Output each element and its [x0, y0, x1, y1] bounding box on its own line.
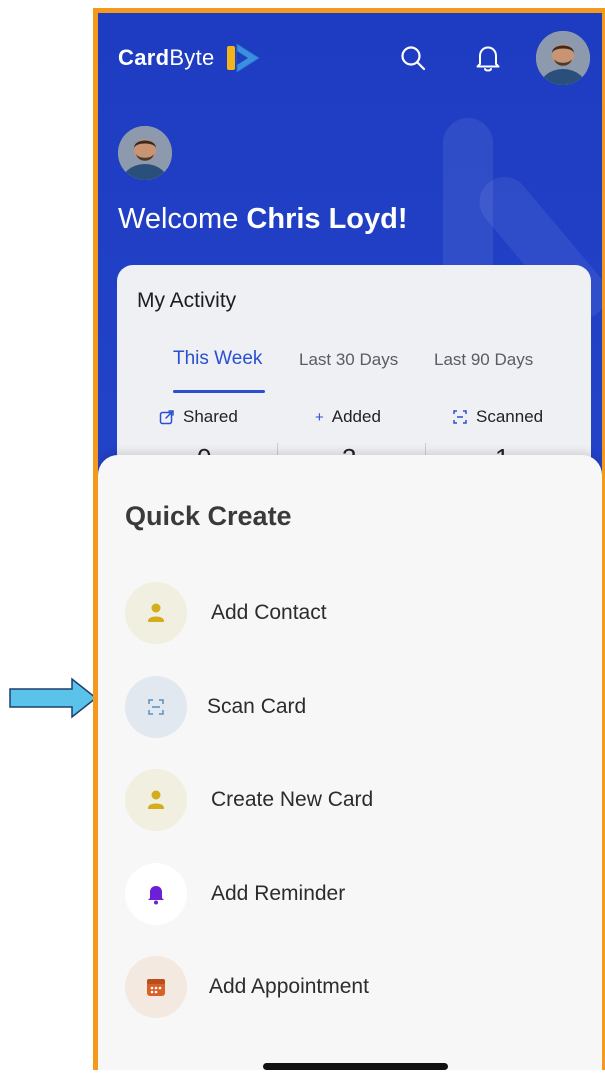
tab-this-week[interactable]: This Week: [173, 348, 262, 370]
quick-create-add-appointment[interactable]: Add Appointment: [125, 955, 369, 1019]
welcome-message: Welcome Chris Loyd!: [118, 203, 408, 236]
bell-icon[interactable]: [473, 43, 503, 73]
tab-last-90-days[interactable]: Last 90 Days: [434, 350, 533, 370]
user-name: Chris Loyd!: [246, 203, 408, 235]
item-label: Add Contact: [211, 601, 327, 624]
person-icon: [125, 769, 187, 831]
calendar-icon: [125, 956, 187, 1018]
quick-create-add-reminder[interactable]: Add Reminder: [125, 862, 345, 926]
search-icon[interactable]: [398, 43, 428, 73]
quick-create-sheet: Quick Create Add Contact Scan Card Creat…: [98, 455, 602, 1070]
item-label: Create New Card: [211, 788, 374, 811]
stat-added: + Added: [315, 407, 381, 427]
quick-create-scan-card[interactable]: Scan Card: [125, 675, 306, 739]
phone-screen: Card Byte Welcome Chris Loyd! My Activit…: [93, 8, 605, 1070]
stat-label: Scanned: [476, 407, 544, 426]
active-tab-indicator: [173, 390, 265, 393]
scan-icon: [453, 410, 467, 424]
stat-label: Added: [331, 407, 381, 426]
scan-icon: [125, 676, 187, 738]
arrow-right-icon: [9, 677, 98, 719]
sheet-title: Quick Create: [125, 501, 292, 531]
home-indicator[interactable]: [263, 1063, 448, 1070]
person-icon: [125, 582, 187, 644]
welcome-greeting: Welcome: [118, 203, 239, 235]
stat-shared: Shared: [159, 407, 238, 427]
user-avatar: [118, 126, 172, 180]
cardbyte-logo-icon: [226, 43, 260, 73]
tab-last-30-days[interactable]: Last 30 Days: [299, 350, 398, 370]
item-label: Scan Card: [207, 695, 307, 718]
stat-label: Shared: [183, 407, 238, 426]
brand-name-light: Byte: [169, 45, 215, 70]
brand-name-bold: Card: [118, 45, 170, 70]
screenshot-canvas: Card Byte Welcome Chris Loyd! My Activit…: [0, 0, 605, 1075]
profile-avatar[interactable]: [536, 31, 590, 85]
bell-icon: [125, 863, 187, 925]
share-icon: [159, 410, 174, 425]
item-label: Add Appointment: [209, 975, 369, 998]
top-bar: Card Byte: [98, 13, 602, 103]
plus-icon: +: [315, 408, 324, 426]
brand-logo[interactable]: Card Byte: [118, 41, 263, 75]
stat-scanned: Scanned: [452, 407, 543, 427]
activity-title: My Activity: [137, 289, 237, 312]
item-label: Add Reminder: [211, 882, 346, 905]
quick-create-add-contact[interactable]: Add Contact: [125, 581, 327, 645]
quick-create-new-card[interactable]: Create New Card: [125, 768, 373, 832]
